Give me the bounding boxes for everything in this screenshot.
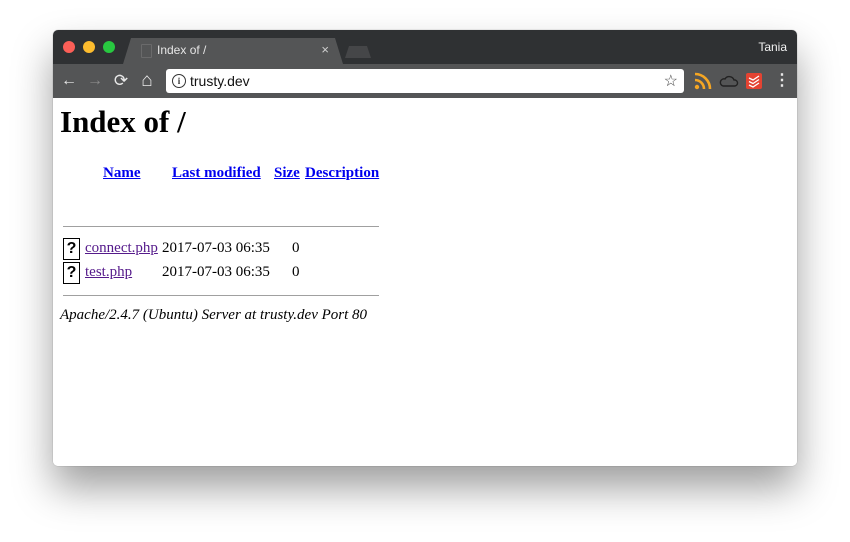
bookmark-star-icon[interactable]: ☆ (664, 71, 678, 91)
file-link[interactable]: connect.php (85, 240, 158, 257)
page-title: Index of / (60, 104, 186, 139)
tab-title: Index of / (157, 43, 207, 57)
server-signature: Apache/2.4.7 (Ubuntu) Server at trusty.d… (60, 307, 368, 323)
profile-name[interactable]: Tania (758, 40, 787, 54)
column-header-size[interactable]: Size (274, 165, 300, 182)
close-window-button[interactable] (63, 41, 75, 53)
tab-index[interactable]: Index of / × (123, 38, 343, 64)
todoist-extension-icon[interactable] (744, 71, 764, 91)
unknown-file-icon: ? (63, 262, 80, 284)
file-link[interactable]: test.php (85, 264, 132, 281)
forward-icon[interactable]: → (84, 70, 106, 92)
rss-extension-icon[interactable] (693, 71, 713, 91)
browser-toolbar: ← → ⟳ ⌂ i trusty.dev ☆ ⋮ (53, 64, 797, 98)
info-icon[interactable]: i (172, 74, 186, 88)
minimize-window-button[interactable] (83, 41, 95, 53)
column-header-description[interactable]: Description (305, 165, 379, 182)
maximize-window-button[interactable] (103, 41, 115, 53)
file-size: 0 (292, 264, 300, 280)
new-tab-button[interactable] (345, 46, 371, 58)
home-icon[interactable]: ⌂ (136, 70, 158, 92)
table-row: ? connect.php 2017-07-03 06:35 0 (53, 238, 453, 262)
address-bar[interactable]: i trusty.dev ☆ (166, 69, 684, 93)
browser-window: Index of / × Tania ← → ⟳ ⌂ i trusty.dev … (53, 30, 797, 466)
unknown-file-icon: ? (63, 238, 80, 260)
back-icon[interactable]: ← (58, 70, 80, 92)
title-bar: Index of / × Tania (53, 30, 797, 64)
table-row: ? test.php 2017-07-03 06:35 0 (53, 262, 453, 286)
column-header-name[interactable]: Name (103, 165, 141, 182)
divider (63, 295, 379, 296)
tab-close-icon[interactable]: × (321, 42, 329, 57)
url-text[interactable]: trusty.dev (190, 73, 250, 89)
window-controls (63, 41, 115, 53)
menu-icon[interactable]: ⋮ (771, 70, 793, 92)
file-modified: 2017-07-03 06:35 (162, 264, 270, 280)
reload-icon[interactable]: ⟳ (110, 70, 132, 92)
page-icon (141, 44, 152, 58)
divider (63, 226, 379, 227)
column-header-last-modified[interactable]: Last modified (172, 165, 261, 182)
cloud-extension-icon[interactable] (719, 71, 739, 91)
page-content: Index of / Name Last modified Size Descr… (53, 98, 797, 466)
file-modified: 2017-07-03 06:35 (162, 240, 270, 256)
file-size: 0 (292, 240, 300, 256)
